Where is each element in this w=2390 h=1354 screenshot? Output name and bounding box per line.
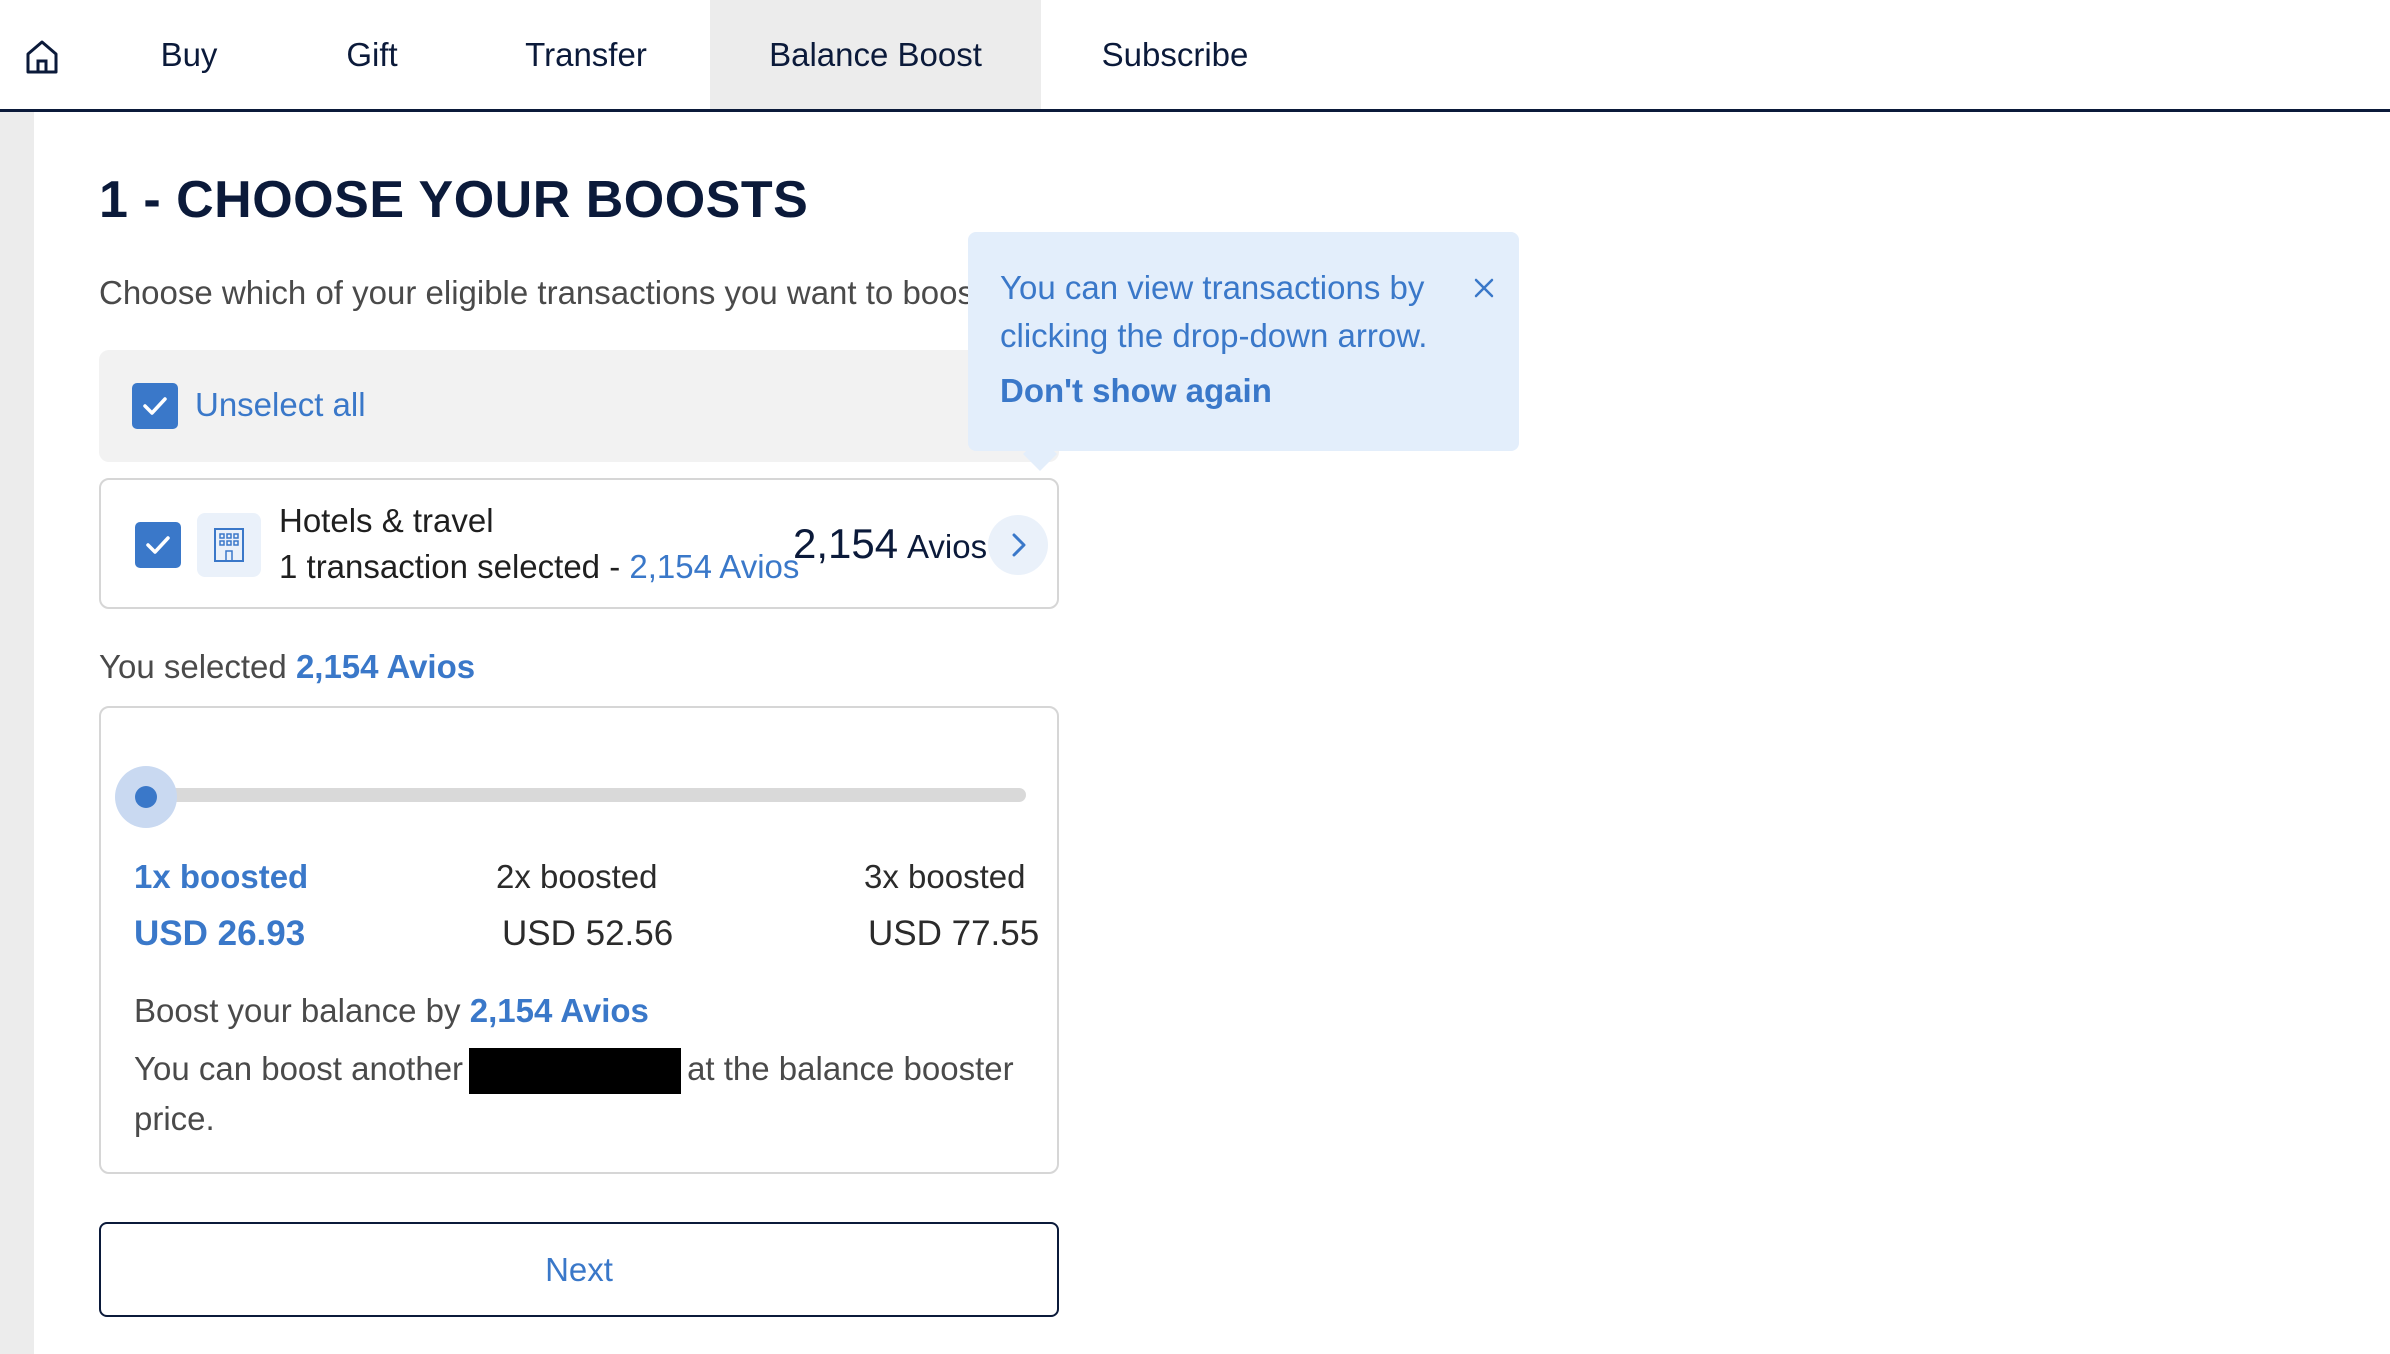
page-title: 1 - CHOOSE YOUR BOOSTS	[99, 171, 809, 229]
tab-buy[interactable]: Buy	[128, 0, 250, 109]
tooltip-arrow	[1023, 437, 1057, 471]
top-navigation: Buy Gift Transfer Balance Boost Subscrib…	[0, 0, 2390, 112]
boost-options-card: 1x boosted USD 26.93 2x boosted USD 52.5…	[99, 706, 1059, 1174]
tab-gift[interactable]: Gift	[310, 0, 434, 109]
boost-slider-thumb[interactable]	[135, 786, 157, 808]
selected-summary-prefix: You selected	[99, 648, 296, 685]
tier-3x-price: USD 77.55	[868, 914, 1040, 953]
redacted-block	[469, 1048, 682, 1095]
next-button[interactable]: Next	[99, 1222, 1059, 1317]
transaction-count-text: 1 transaction selected -	[279, 548, 630, 585]
checkmark-icon	[146, 536, 170, 554]
tier-3x[interactable]: 3x boosted USD 77.55	[864, 858, 1039, 954]
transaction-category-card: Hotels & travel 1 transaction selected -…	[99, 478, 1059, 609]
selected-summary: You selected 2,154 Avios	[99, 648, 475, 686]
transaction-category-name: Hotels & travel	[279, 502, 494, 539]
tier-1x-price: USD 26.93	[134, 914, 306, 953]
dont-show-again-link[interactable]: Don't show again	[1000, 372, 1272, 410]
transaction-detail-avios: 2,154 Avios	[629, 548, 800, 585]
tooltip-text: You can view transactions by clicking th…	[1000, 269, 1428, 354]
hotel-building-icon	[197, 513, 261, 577]
boost-by-prefix: Boost your balance by	[134, 992, 470, 1029]
transaction-checkbox[interactable]	[135, 522, 181, 568]
tab-subscribe[interactable]: Subscribe	[1075, 0, 1275, 109]
unselect-all-label[interactable]: Unselect all	[195, 386, 366, 424]
tier-2x-price: USD 52.56	[502, 914, 674, 953]
tier-2x-label: 2x boosted	[496, 858, 658, 895]
transaction-avios-amount: 2,154	[793, 520, 899, 567]
boost-another-prefix: You can boost another	[134, 1050, 464, 1087]
left-rail	[0, 112, 34, 1354]
boost-slider-track[interactable]	[146, 788, 1026, 802]
tier-2x[interactable]: 2x boosted USD 52.56	[496, 858, 673, 954]
chevron-right-icon[interactable]	[988, 515, 1048, 575]
boost-by-text: Boost your balance by 2,154 Avios	[134, 992, 649, 1030]
close-icon[interactable]	[1468, 272, 1500, 304]
tab-transfer[interactable]: Transfer	[496, 0, 676, 109]
page-subtitle: Choose which of your eligible transactio…	[99, 274, 984, 311]
selected-avios: 2,154 Avios	[295, 648, 476, 685]
transaction-detail: 1 transaction selected - 2,154 Avios	[279, 548, 799, 586]
tab-balance-boost[interactable]: Balance Boost	[710, 0, 1041, 109]
tier-3x-label: 3x boosted	[864, 858, 1026, 895]
home-icon[interactable]	[22, 36, 62, 76]
tier-1x[interactable]: 1x boosted USD 26.93	[134, 858, 308, 954]
tier-1x-label: 1x boosted	[134, 858, 309, 895]
transaction-avios-unit: Avios	[907, 528, 988, 565]
tooltip-popover: You can view transactions by clicking th…	[968, 232, 1519, 471]
unselect-all-checkbox[interactable]	[132, 383, 178, 429]
unselect-all-bar: Unselect all	[99, 350, 1059, 462]
checkmark-icon	[143, 397, 167, 415]
boost-by-avios: 2,154 Avios	[469, 992, 649, 1029]
boost-another-text: You can boost another at the balance boos…	[134, 1044, 1034, 1144]
